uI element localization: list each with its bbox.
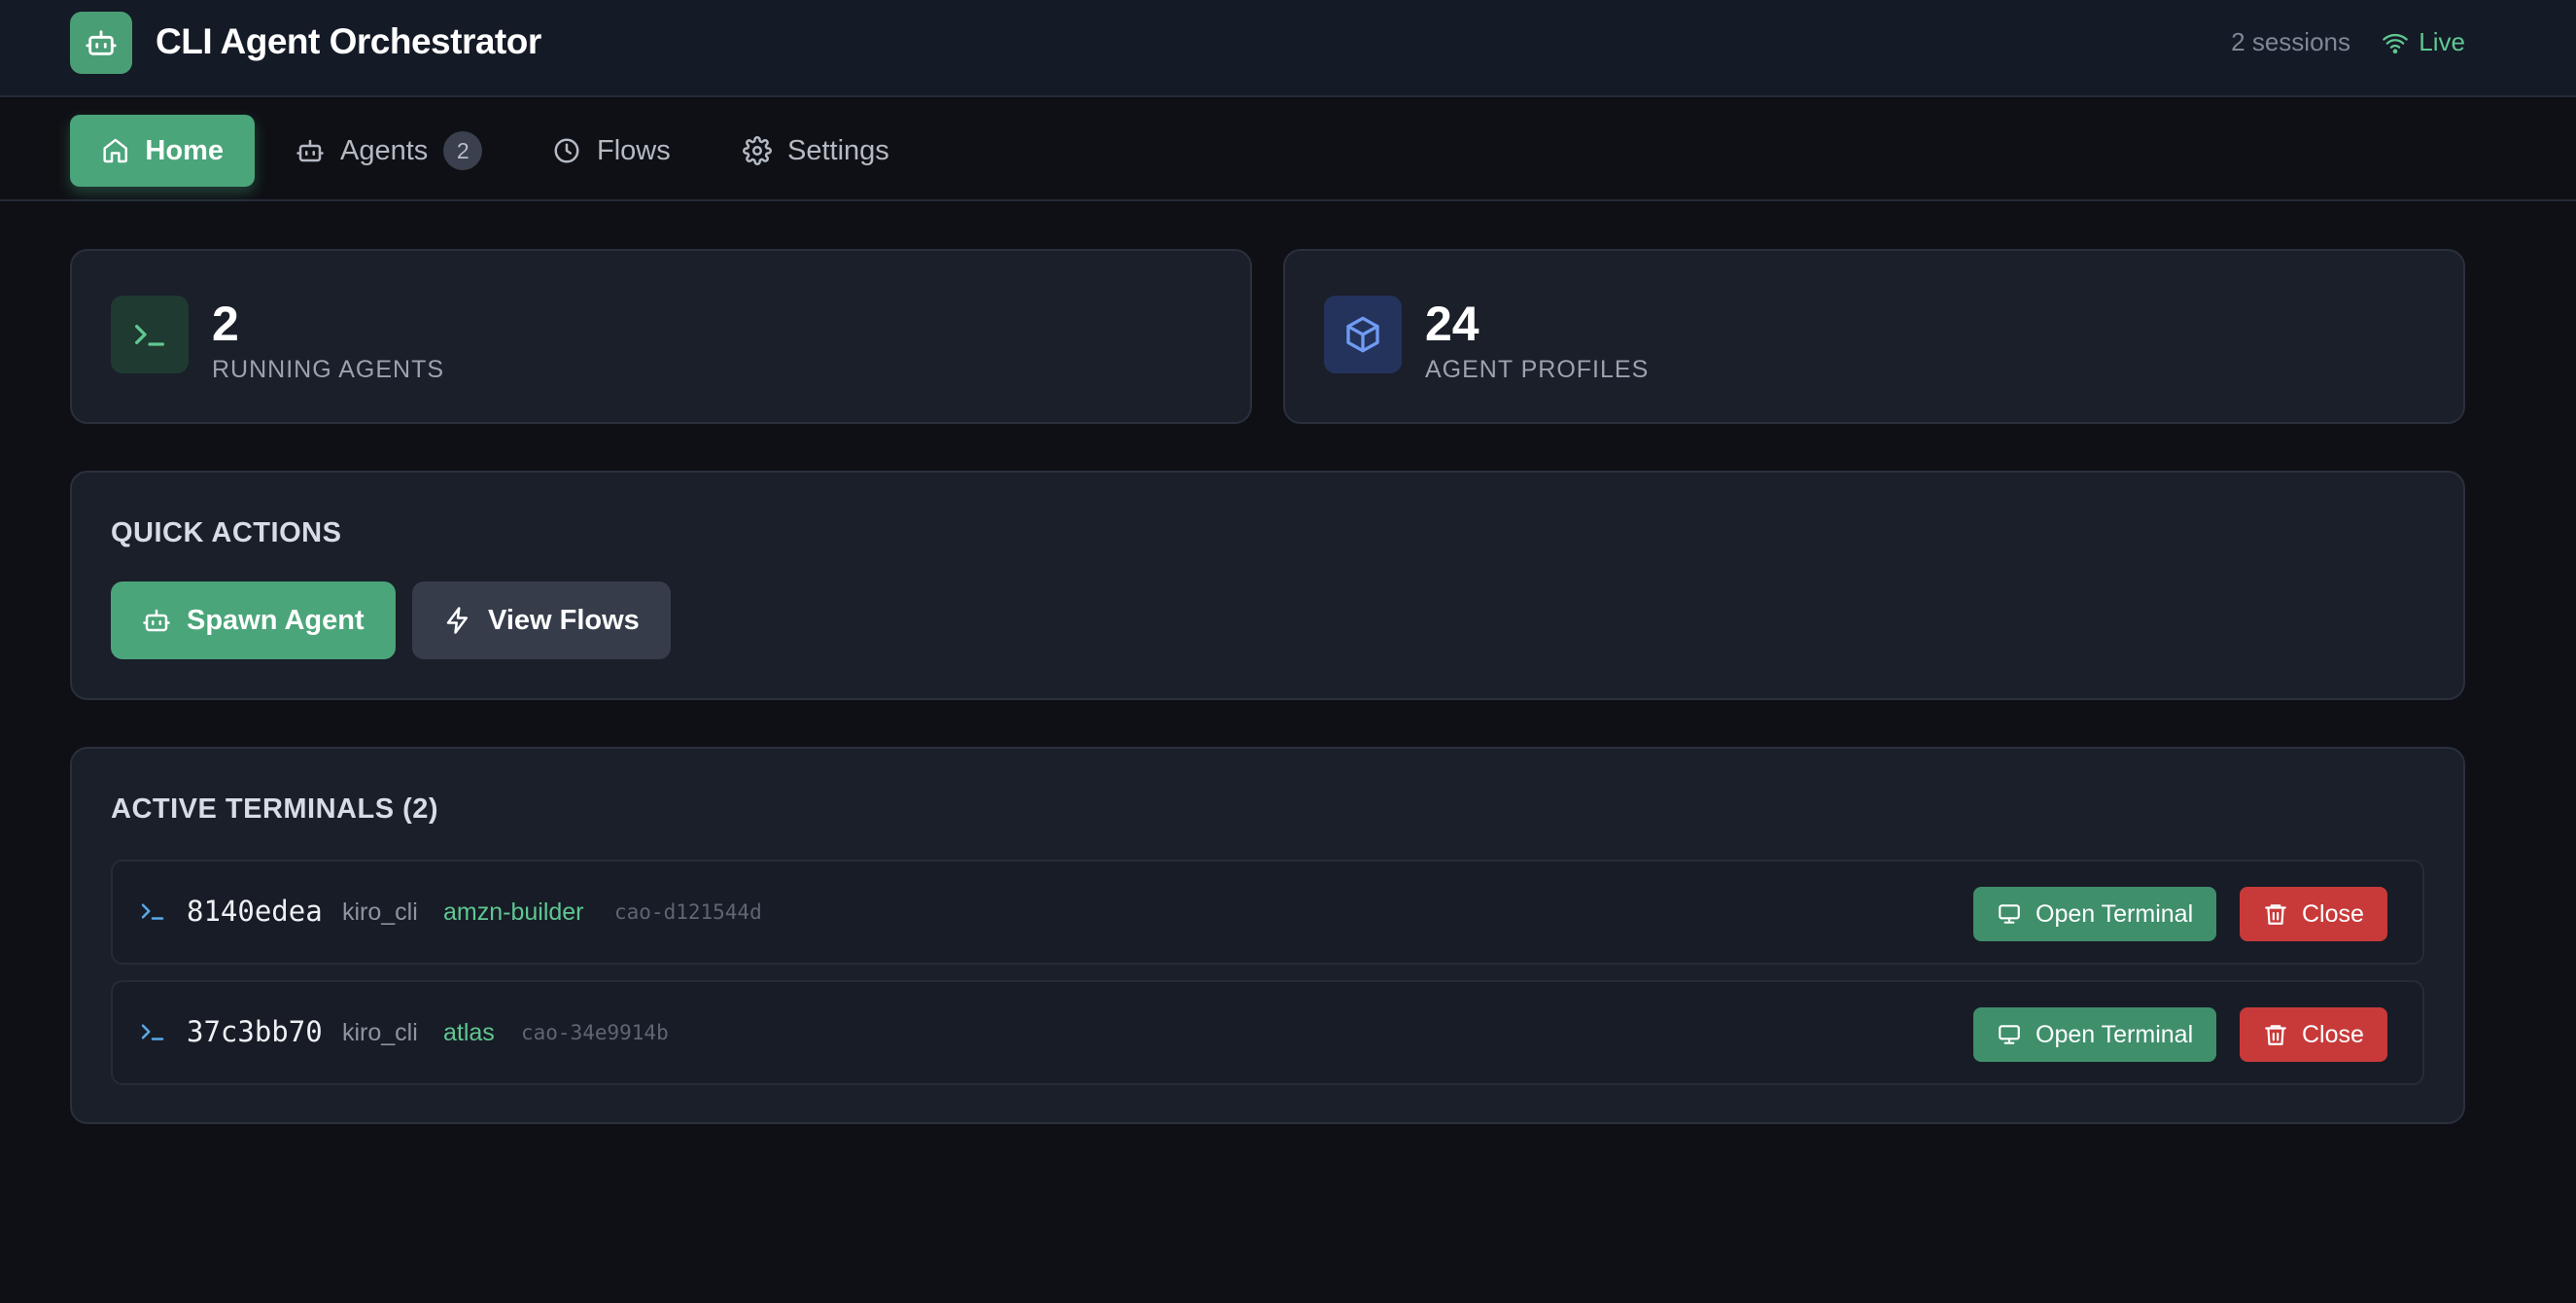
terminal-profile: atlas: [443, 1019, 495, 1046]
wifi-icon: [2383, 33, 2409, 53]
agent-profiles-label: AGENT PROFILES: [1425, 356, 1650, 383]
terminal-prompt-icon: [141, 1024, 164, 1040]
tab-flows[interactable]: Flows: [521, 115, 702, 187]
terminal-prompt-icon: [111, 296, 189, 373]
open-terminal-button[interactable]: Open Terminal: [1973, 887, 2217, 941]
running-agents-card: 2 RUNNING AGENTS: [70, 249, 1252, 424]
monitor-icon: [1999, 904, 2020, 924]
tab-settings[interactable]: Settings: [712, 115, 921, 187]
agent-profiles-card: 24 AGENT PROFILES: [1283, 249, 2465, 424]
running-agents-value: 2: [212, 297, 239, 351]
tab-settings-label: Settings: [787, 134, 889, 166]
cube-icon: [1324, 296, 1402, 373]
tab-home-label: Home: [145, 134, 224, 166]
terminal-prompt-icon: [141, 903, 164, 920]
trash-icon: [2265, 904, 2286, 925]
close-terminal-label: Close: [2302, 1020, 2364, 1048]
robot-icon: [296, 139, 324, 162]
terminal-profile: amzn-builder: [443, 898, 584, 926]
terminal-provider: kiro_cli: [342, 1019, 418, 1046]
active-terminals-card: ACTIVE TERMINALS (2) 8140edea kiro_cli a…: [70, 747, 2465, 1124]
running-agents-label: RUNNING AGENTS: [212, 356, 445, 383]
session-count: 2 sessions: [2231, 27, 2350, 56]
monitor-icon: [1999, 1025, 2020, 1044]
lightning-icon: [446, 607, 468, 634]
tab-flows-label: Flows: [597, 134, 671, 166]
open-terminal-button[interactable]: Open Terminal: [1973, 1007, 2217, 1062]
spawn-agent-button[interactable]: Spawn Agent: [111, 581, 396, 659]
active-terminals-title: ACTIVE TERMINALS (2): [111, 793, 439, 825]
trash-icon: [2265, 1025, 2286, 1045]
view-flows-button[interactable]: View Flows: [412, 581, 671, 659]
open-terminal-label: Open Terminal: [2036, 1020, 2194, 1048]
terminal-provider: kiro_cli: [342, 898, 418, 926]
view-flows-label: View Flows: [488, 604, 640, 636]
agents-count-badge: 2: [443, 131, 483, 170]
terminal-session: cao-34e9914b: [521, 1021, 669, 1044]
tab-agents[interactable]: Agents 2: [264, 115, 513, 187]
close-terminal-label: Close: [2302, 899, 2364, 928]
gear-icon: [743, 136, 772, 165]
live-status: Live: [2382, 27, 2465, 57]
robot-icon: [143, 609, 170, 632]
close-terminal-button[interactable]: Close: [2240, 887, 2387, 941]
live-label: Live: [2419, 27, 2465, 56]
close-terminal-button[interactable]: Close: [2240, 1007, 2387, 1062]
agent-profiles-value: 24: [1425, 297, 1479, 351]
terminal-id: 8140edea: [187, 895, 323, 928]
tab-agents-label: Agents: [340, 134, 429, 166]
quick-actions-card: QUICK ACTIONS Spawn Agent View Flows: [70, 471, 2465, 700]
app-header: CLI Agent Orchestrator 2 sessions Live: [0, 0, 2576, 97]
terminal-session: cao-d121544d: [614, 900, 762, 924]
home-icon: [103, 138, 127, 163]
terminal-id: 37c3bb70: [187, 1015, 323, 1048]
spawn-agent-label: Spawn Agent: [187, 604, 365, 636]
tab-home[interactable]: Home: [70, 115, 255, 187]
app-title: CLI Agent Orchestrator: [156, 21, 541, 61]
quick-actions-title: QUICK ACTIONS: [111, 517, 342, 548]
clock-icon: [554, 138, 579, 163]
terminal-row: 8140edea kiro_cli amzn-builder cao-d1215…: [111, 860, 2424, 965]
main-nav: Home Agents 2 Flows Settings: [0, 99, 2576, 201]
robot-logo-icon: [70, 12, 132, 74]
open-terminal-label: Open Terminal: [2036, 899, 2194, 928]
terminal-row: 37c3bb70 kiro_cli atlas cao-34e9914b Ope…: [111, 980, 2424, 1085]
